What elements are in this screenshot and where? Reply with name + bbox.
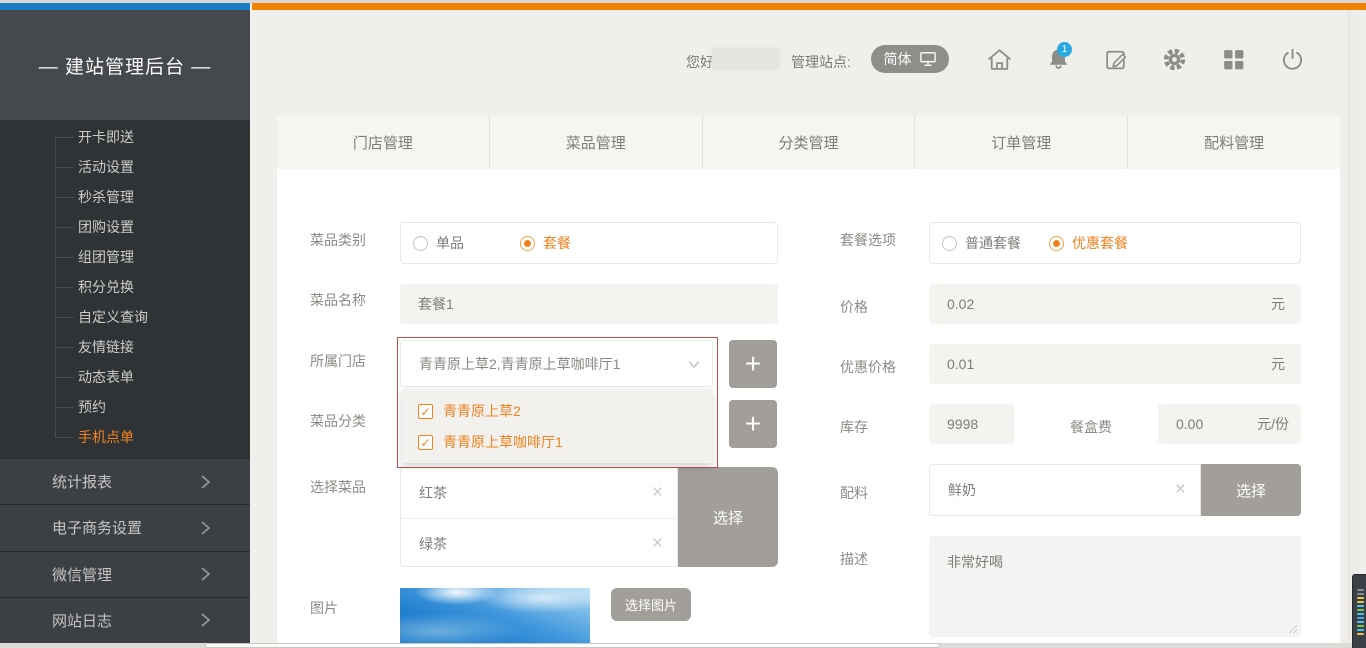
sidebar-group-wangzhanrizhi[interactable]: 网站日志 — [0, 597, 250, 643]
chevron-right-icon — [198, 566, 212, 582]
tab-order-management[interactable]: 订单管理 — [914, 115, 1127, 169]
radio-combo-label: 套餐 — [543, 233, 571, 253]
field-label-combo-option: 套餐选项 — [840, 230, 896, 250]
price-input[interactable]: 0.02 元 — [929, 284, 1301, 324]
home-icon[interactable] — [986, 46, 1013, 78]
sidebar-item-shoujidiandan-active[interactable]: 手机点单 — [0, 422, 250, 452]
sidebar-item-miaoshaguanli[interactable]: 秒杀管理 — [0, 182, 250, 212]
field-label-category: 菜品类别 — [310, 230, 366, 250]
scroll-marker-widget[interactable] — [1352, 574, 1366, 648]
unit-yuan: 元 — [1271, 294, 1285, 314]
sidebar-item-huodongshezhi[interactable]: 活动设置 — [0, 152, 250, 182]
field-label-price: 价格 — [840, 297, 868, 317]
radio-normal-combo-label: 普通套餐 — [965, 233, 1021, 253]
apps-grid-icon[interactable] — [1220, 46, 1247, 78]
gear-icon[interactable] — [1161, 46, 1188, 78]
field-label-stock: 库存 — [840, 417, 868, 437]
field-label-ingredient: 配料 — [840, 483, 868, 503]
chevron-down-icon — [686, 356, 702, 372]
combo-radio-group: 普通套餐 优惠套餐 — [929, 222, 1301, 264]
tab-bar: 门店管理 菜品管理 分类管理 订单管理 配料管理 — [277, 115, 1340, 170]
radio-discount-combo[interactable] — [1049, 236, 1064, 251]
add-category-button[interactable]: + — [729, 400, 777, 448]
dish-row: 绿茶 × — [401, 519, 677, 569]
resize-handle[interactable] — [1287, 623, 1297, 633]
dish-name-input[interactable]: 套餐1 — [400, 284, 778, 324]
close-icon[interactable]: × — [652, 533, 663, 555]
description-textarea[interactable]: 非常好喝 — [929, 536, 1301, 637]
category-radio-group: 单品 套餐 — [400, 222, 778, 264]
store-option-1[interactable]: ✓ 青青原上草2 — [418, 401, 521, 421]
store-select[interactable]: 青青原上草2,青青原上草咖啡厅1 — [400, 340, 713, 387]
greeting-text: 您好 — [686, 52, 714, 72]
radio-single[interactable] — [413, 236, 428, 251]
site-label: 管理站点: — [791, 52, 851, 72]
box-fee-input[interactable]: 0.00 元/份 — [1158, 404, 1301, 444]
radio-combo[interactable] — [520, 236, 535, 251]
checkbox-checked[interactable]: ✓ — [418, 435, 433, 450]
sidebar-item-tuangoushezhi[interactable]: 团购设置 — [0, 212, 250, 242]
add-store-button[interactable]: + — [729, 340, 777, 388]
field-label-classify: 菜品分类 — [310, 411, 366, 431]
horizontal-scrollbar-thumb[interactable] — [205, 643, 940, 648]
close-icon[interactable]: × — [652, 482, 663, 504]
dish-image-preview — [400, 588, 590, 643]
field-label-dishes: 选择菜品 — [310, 477, 366, 497]
store-option-2[interactable]: ✓ 青青原上草咖啡厅1 — [418, 432, 563, 452]
field-label-image: 图片 — [310, 598, 338, 618]
field-label-box-fee: 餐盒费 — [1070, 417, 1112, 437]
user-name-redacted — [712, 48, 780, 70]
tab-dish-management[interactable]: 菜品管理 — [489, 115, 702, 169]
checkbox-checked[interactable]: ✓ — [418, 404, 433, 419]
monitor-icon — [919, 51, 937, 67]
sidebar-item-zutuanguanli[interactable]: 组团管理 — [0, 242, 250, 272]
sidebar-groups: 统计报表 电子商务设置 微信管理 网站日志 — [0, 458, 250, 643]
discount-price-input[interactable]: 0.01 元 — [929, 344, 1301, 384]
sidebar: — 建站管理后台 — 开卡即送 活动设置 秒杀管理 团购设置 组团管理 积分兑换… — [0, 10, 250, 643]
edit-icon[interactable] — [1103, 46, 1130, 78]
radio-discount-combo-label: 优惠套餐 — [1072, 233, 1128, 253]
sidebar-item-yuyue[interactable]: 预约 — [0, 392, 250, 422]
sidebar-submenu: 开卡即送 活动设置 秒杀管理 团购设置 组团管理 积分兑换 自定义查询 友情链接… — [0, 122, 250, 452]
field-label-name: 菜品名称 — [310, 290, 366, 310]
tab-ingredient-management[interactable]: 配料管理 — [1127, 115, 1340, 169]
close-icon[interactable]: × — [1175, 479, 1186, 501]
ingredient-input[interactable]: 鲜奶 × — [929, 464, 1201, 516]
sidebar-group-dianzishangwu[interactable]: 电子商务设置 — [0, 504, 250, 550]
tab-category-management[interactable]: 分类管理 — [702, 115, 915, 169]
power-icon[interactable] — [1279, 46, 1306, 78]
choose-ingredient-button[interactable]: 选择 — [1201, 464, 1301, 516]
choose-dishes-button[interactable]: 选择 — [678, 467, 778, 567]
stock-input[interactable]: 9998 — [929, 404, 1014, 444]
sidebar-group-tongjibaobiao[interactable]: 统计报表 — [0, 458, 250, 504]
field-label-discount-price: 优惠价格 — [840, 357, 896, 377]
dish-row: 红茶 × — [401, 468, 677, 519]
chevron-right-icon — [198, 612, 212, 628]
app-title: — 建站管理后台 — — [0, 10, 250, 120]
accent-bar-orange — [252, 3, 1366, 10]
tab-store-management[interactable]: 门店管理 — [277, 115, 489, 169]
chevron-right-icon — [198, 520, 212, 536]
sidebar-item-youqinglianjie[interactable]: 友情链接 — [0, 332, 250, 362]
notification-badge: 1 — [1057, 42, 1072, 57]
sidebar-item-jifenduihuan[interactable]: 积分兑换 — [0, 272, 250, 302]
chevron-right-icon — [198, 474, 212, 490]
choose-image-button[interactable]: 选择图片 — [611, 588, 691, 621]
sidebar-item-kaikajisong[interactable]: 开卡即送 — [0, 122, 250, 152]
sidebar-group-weixinguanli[interactable]: 微信管理 — [0, 551, 250, 597]
field-label-store: 所属门店 — [310, 351, 366, 371]
accent-bar-blue — [0, 3, 250, 10]
field-label-description: 描述 — [840, 549, 868, 569]
selected-dishes-list: 红茶 × 绿茶 × — [400, 467, 678, 567]
unit-yuan: 元 — [1271, 354, 1285, 374]
vertical-scrollbar[interactable] — [1348, 10, 1359, 643]
screen: — 建站管理后台 — 开卡即送 活动设置 秒杀管理 团购设置 组团管理 积分兑换… — [0, 0, 1366, 648]
sidebar-item-zidingyichaxun[interactable]: 自定义查询 — [0, 302, 250, 332]
sidebar-item-dongtaibiaodan[interactable]: 动态表单 — [0, 362, 250, 392]
radio-single-label: 单品 — [436, 233, 464, 253]
language-switch-button[interactable]: 简体 — [871, 45, 949, 73]
store-dropdown-panel: ✓ 青青原上草2 ✓ 青青原上草咖啡厅1 — [402, 389, 712, 463]
unit-yuan-per-serving: 元/份 — [1257, 414, 1289, 434]
radio-normal-combo[interactable] — [942, 236, 957, 251]
